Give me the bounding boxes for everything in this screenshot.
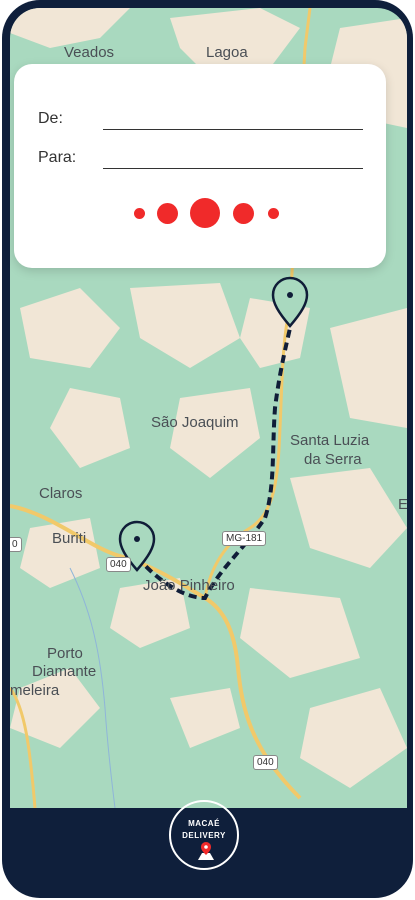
map-label-e: E xyxy=(398,496,407,513)
road-shield-040-south: 040 xyxy=(253,755,278,770)
logo-line-2: DELIVERY xyxy=(182,831,226,840)
macae-delivery-logo[interactable]: MACAÉ DELIVERY xyxy=(169,800,239,870)
map-label-porto: Porto xyxy=(47,645,83,662)
map-label-sao-joaquim: São Joaquim xyxy=(151,414,239,431)
map-label-da-serra: da Serra xyxy=(304,451,362,468)
road-shield-040: 040 xyxy=(106,557,131,572)
from-input[interactable] xyxy=(103,129,363,130)
location-pin-icon xyxy=(198,842,214,860)
map-label-buriti: Buriti xyxy=(52,530,87,547)
loading-dot xyxy=(157,203,178,224)
map-label-joao-pinheiro: João Pinheiro xyxy=(143,577,235,594)
to-input[interactable] xyxy=(103,168,363,169)
map-label-lagoa: Lagoa xyxy=(206,44,248,61)
from-label: De: xyxy=(38,110,63,127)
to-field[interactable]: Para: xyxy=(38,147,363,171)
loading-dot xyxy=(268,208,279,219)
logo-line-1: MACAÉ xyxy=(188,819,220,828)
loading-dot xyxy=(134,208,145,219)
phone-mockup: Veados Lagoa São Joaquim Santa Luzia da … xyxy=(0,0,415,900)
from-field[interactable]: De: xyxy=(38,108,363,132)
map-label-diamante: Diamante xyxy=(32,663,97,680)
map-label-meleira: meleira xyxy=(10,682,60,699)
road-shield-mg181: MG-181 xyxy=(222,531,267,546)
road-shield-edge: 0 xyxy=(10,537,22,552)
map-label-santa-luzia: Santa Luzia xyxy=(290,432,370,449)
map-label-claros: Claros xyxy=(39,485,83,502)
map-label-veados: Veados xyxy=(64,44,115,61)
loading-indicator xyxy=(14,194,386,234)
to-label: Para: xyxy=(38,149,77,166)
loading-dot xyxy=(233,203,254,224)
loading-dot xyxy=(190,198,220,228)
route-search-card: De: Para: xyxy=(14,64,386,268)
